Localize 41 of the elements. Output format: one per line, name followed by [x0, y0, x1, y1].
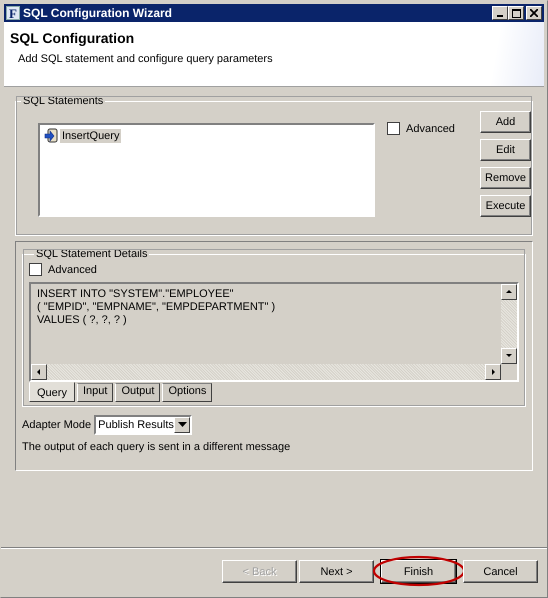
- scroll-down-button[interactable]: [501, 348, 517, 364]
- tab[interactable]: Output: [115, 383, 160, 402]
- vertical-scrollbar[interactable]: [501, 284, 517, 364]
- horizontal-scrollbar[interactable]: [31, 364, 501, 380]
- scroll-up-button[interactable]: [501, 284, 517, 300]
- tab[interactable]: Options: [162, 383, 212, 402]
- minimize-button[interactable]: [492, 6, 508, 20]
- action-button[interactable]: Add: [480, 111, 531, 133]
- checkbox[interactable]: [387, 122, 400, 135]
- app-icon: F: [6, 6, 20, 20]
- code-line: INSERT INTO "SYSTEM"."EMPLOYEE": [37, 288, 234, 301]
- dropdown-icon: [178, 422, 187, 428]
- window-title: SQL Configuration Wizard: [23, 6, 173, 20]
- action-button[interactable]: Execute: [480, 195, 531, 217]
- wizard-button[interactable]: Cancel: [463, 560, 538, 583]
- action-button[interactable]: Edit: [480, 139, 531, 161]
- checkbox-label[interactable]: Advanced: [48, 264, 97, 276]
- code-line: VALUES ( ?, ?, ? ): [37, 314, 127, 327]
- action-button[interactable]: Remove: [480, 167, 531, 189]
- field-label: Adapter Mode: [22, 419, 92, 431]
- checkbox[interactable]: [29, 263, 42, 276]
- info-text: The output of each query is sent in a different message: [22, 441, 292, 453]
- tab[interactable]: Input: [76, 383, 114, 402]
- sql-editor[interactable]: INSERT INTO "SYSTEM"."EMPLOYEE" ( "EMPID", "EMPNAME", "EMPDEPARTMENT" ) VALUES ( ?, ?, ? ): [29, 282, 519, 382]
- maximize-icon: [512, 8, 520, 18]
- statement-list[interactable]: InsertQuery: [38, 123, 375, 217]
- close-icon: [530, 9, 538, 17]
- scroll-left-button[interactable]: [31, 364, 47, 380]
- adapter-mode-dropdown[interactable]: Publish Results: [94, 415, 192, 435]
- wizard-button[interactable]: Next >: [299, 560, 374, 583]
- page-subtitle: Add SQL statement and configure query parameters: [18, 53, 274, 65]
- code-line: ( "EMPID", "EMPNAME", "EMPDEPARTMENT" ): [37, 301, 276, 314]
- checkbox-label[interactable]: Advanced: [406, 122, 455, 134]
- close-button[interactable]: [526, 6, 542, 20]
- query-icon: [44, 128, 58, 144]
- page-title: SQL Configuration: [10, 30, 136, 46]
- tab[interactable]: Query: [29, 382, 75, 402]
- maximize-button[interactable]: [508, 6, 524, 20]
- list-item[interactable]: InsertQuery: [60, 129, 122, 143]
- wizard-button[interactable]: Finish: [381, 560, 456, 583]
- scroll-right-button[interactable]: [485, 364, 501, 380]
